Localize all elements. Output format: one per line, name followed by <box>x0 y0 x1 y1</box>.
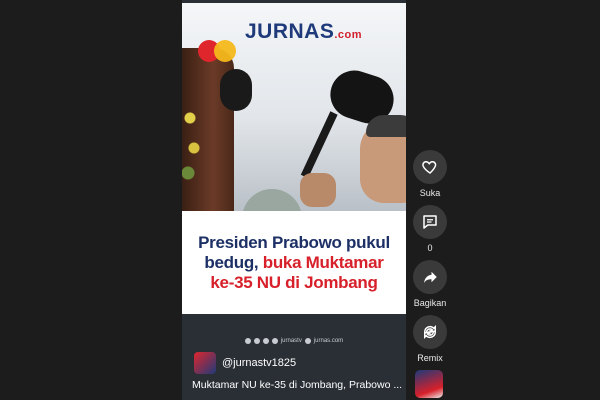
share-label: Bagikan <box>413 298 447 308</box>
sound-thumbnail[interactable] <box>415 370 443 398</box>
headline-line-2a: bedug, <box>204 252 263 272</box>
comment-action[interactable]: 0 <box>410 205 450 253</box>
mallet-image <box>220 69 252 111</box>
like-button[interactable] <box>413 150 447 184</box>
remix-label: Remix <box>417 353 443 363</box>
remix-button[interactable] <box>413 315 447 349</box>
heart-icon <box>422 160 437 174</box>
brand-logo: JURNAS.com <box>245 20 362 44</box>
short-video-player[interactable]: JURNAS.com Presiden Prabowo pukul bedug,… <box>182 0 406 400</box>
hand-image <box>300 173 336 207</box>
social-links-row: jurnastv jurnas.com <box>182 338 406 344</box>
instagram-icon <box>262 338 269 344</box>
flower-decoration <box>182 108 202 188</box>
headline-line-2b: buka Muktamar <box>262 252 384 272</box>
brand-name: JURNAS <box>245 20 335 43</box>
logo-yellow-dot <box>214 40 236 62</box>
facebook-icon <box>244 338 251 344</box>
headline-line-2: bedug, buka Muktamar <box>204 253 383 273</box>
headline-card: Presiden Prabowo pukul bedug, buka Mukta… <box>182 211 406 314</box>
like-label: Suka <box>419 188 441 198</box>
web-icon <box>304 338 311 344</box>
brand-suffix: .com <box>334 29 363 41</box>
site-url: jurnas.com <box>313 338 344 344</box>
headline-line-1: Presiden Prabowo pukul <box>198 232 390 252</box>
hair-image <box>366 115 406 137</box>
twitter-icon <box>253 338 260 344</box>
share-action[interactable]: Bagikan <box>410 260 450 308</box>
video-caption[interactable]: Muktamar NU ke-35 di Jombang, Prabowo ..… <box>192 379 402 391</box>
social-handle: jurnastv <box>280 338 302 344</box>
comment-button[interactable] <box>413 205 447 239</box>
channel-handle[interactable]: @jurnastv1825 <box>222 357 296 369</box>
channel-avatar[interactable] <box>194 352 216 374</box>
headline-line-3: ke-35 NU di Jombang <box>210 272 378 292</box>
comment-count: 0 <box>427 243 433 253</box>
remix-action[interactable]: Remix <box>410 315 450 363</box>
tiktok-icon <box>271 338 278 344</box>
share-button[interactable] <box>413 260 447 294</box>
comment-icon <box>423 215 437 229</box>
channel-info[interactable]: @jurnastv1825 <box>194 352 296 374</box>
share-arrow-icon <box>424 271 437 283</box>
like-action[interactable]: Suka <box>410 150 450 198</box>
remix-icon <box>423 324 437 340</box>
video-frame: JURNAS.com <box>182 3 406 211</box>
